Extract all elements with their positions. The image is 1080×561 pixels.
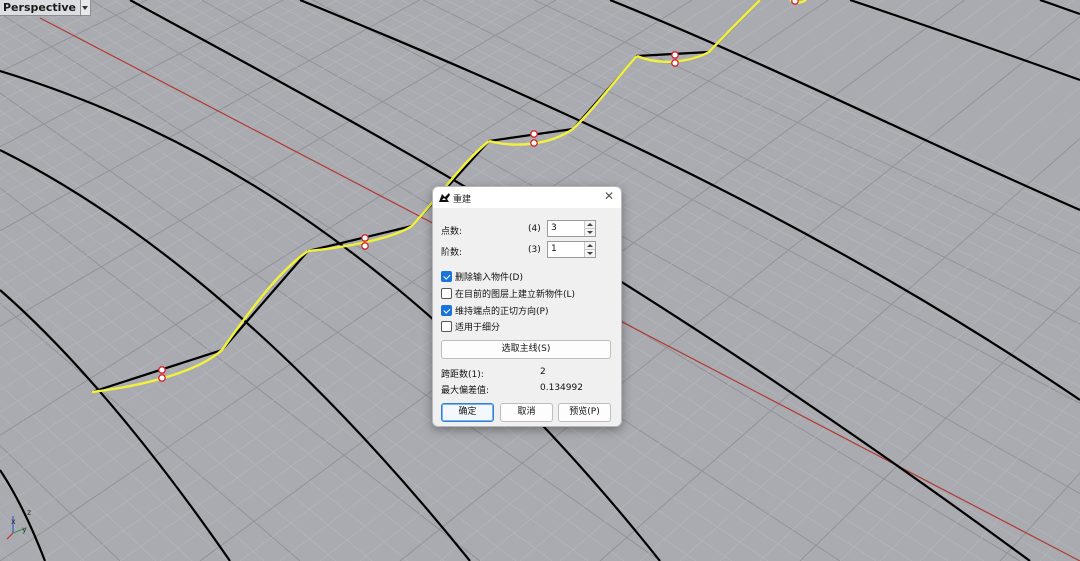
subd-friendly-label[interactable]: 适用于细分 (455, 320, 500, 333)
checkbox-unchecked-icon[interactable] (441, 321, 452, 332)
subd-friendly-checkbox[interactable]: 适用于细分 (441, 320, 500, 333)
control-point-marker (791, 0, 799, 5)
max-deviation-value: 0.134992 (540, 383, 583, 393)
viewport-menu-dropdown-icon[interactable] (80, 0, 91, 15)
control-point-marker (361, 242, 369, 250)
degree-value[interactable]: 1 (551, 244, 557, 254)
x-axis-label: x (11, 517, 16, 526)
select-main-curve-button[interactable]: 选取主线(S) (441, 340, 611, 359)
increment-icon[interactable] (584, 242, 595, 250)
close-icon[interactable]: ✕ (603, 190, 615, 202)
keep-end-tangent-checkbox[interactable]: 维持端点的正切方向(P) (441, 304, 548, 317)
point-count-stepper[interactable]: 3 (547, 220, 596, 237)
create-on-current-layer-label[interactable]: 在目前的图层上建立新物件(L) (455, 287, 575, 300)
control-point-marker (158, 374, 166, 382)
control-point-marker (361, 234, 369, 242)
control-point-marker (530, 139, 538, 147)
degree-label: 阶数: (441, 248, 463, 258)
delete-input-checkbox[interactable]: 删除输入物件(D) (441, 270, 523, 283)
rhino-logo-icon (439, 193, 450, 202)
dialog-title-bar[interactable]: 重建 ✕ (433, 187, 621, 208)
degree-stepper[interactable]: 1 (547, 241, 596, 258)
control-point-marker (671, 51, 679, 59)
point-count-value[interactable]: 3 (551, 223, 557, 233)
dialog-title: 重建 (453, 195, 472, 205)
control-point-marker (158, 366, 166, 374)
checkbox-unchecked-icon[interactable] (441, 288, 452, 299)
checkbox-checked-icon[interactable] (441, 271, 452, 282)
max-deviation-label: 最大偏差值: (441, 386, 490, 396)
control-point-marker (530, 130, 538, 138)
z-axis-label: z (27, 508, 32, 517)
control-point-marker (671, 59, 679, 67)
create-on-current-layer-checkbox[interactable]: 在目前的图层上建立新物件(L) (441, 287, 575, 300)
increment-icon[interactable] (584, 221, 595, 229)
y-axis-label: y (22, 525, 27, 534)
preview-button[interactable]: 预览(P) (558, 403, 611, 422)
point-count-original: (4) (528, 224, 541, 234)
degree-original: (3) (528, 245, 541, 255)
span-count-label: 跨距数(1): (441, 370, 484, 380)
cancel-button[interactable]: 取消 (500, 403, 553, 422)
decrement-icon[interactable] (584, 250, 595, 257)
rebuild-dialog: 重建 ✕ 点数: (4) 3 阶数: (3) 1 删除输入物件(D) 在目前的图… (432, 186, 622, 427)
checkbox-checked-icon[interactable] (441, 305, 452, 316)
span-count-value: 2 (540, 367, 546, 377)
decrement-icon[interactable] (584, 229, 595, 236)
viewport-name[interactable]: Perspective (0, 0, 80, 15)
keep-end-tangent-label[interactable]: 维持端点的正切方向(P) (455, 304, 548, 317)
ok-button[interactable]: 确定 (441, 403, 494, 422)
delete-input-label[interactable]: 删除输入物件(D) (455, 270, 523, 283)
point-count-label: 点数: (441, 227, 463, 237)
viewport-title-tab[interactable]: Perspective (0, 0, 92, 16)
